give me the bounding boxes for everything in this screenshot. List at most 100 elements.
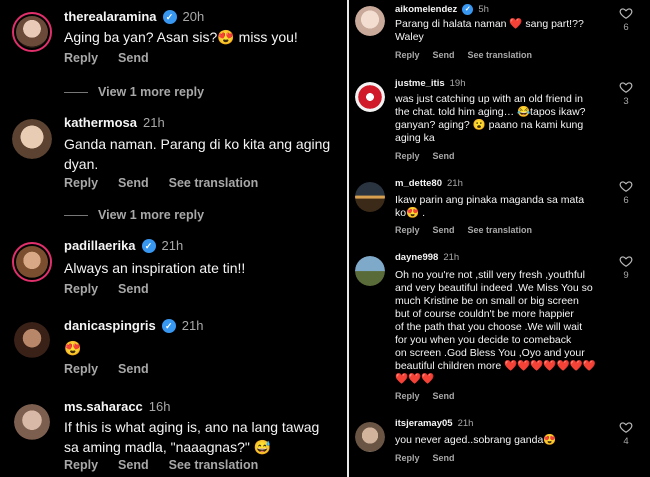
like-heart-icon[interactable] (619, 6, 633, 20)
like-count: 6 (623, 22, 629, 33)
see-translation-button[interactable]: See translation (468, 50, 533, 60)
username[interactable]: itsjeramay05 (395, 418, 453, 429)
view-more-replies-button[interactable]: View 1 more reply (64, 208, 204, 222)
send-button[interactable]: Send (433, 151, 455, 161)
username[interactable]: padillaerika (64, 238, 136, 253)
comment-item: dayne998 21h Oh no you're not ,still ver… (349, 248, 650, 408)
username[interactable]: m_dette80 (395, 178, 442, 189)
comment-text: Always an inspiration ate tin!! (64, 260, 246, 276)
comment-text: Oh no you're not ,still very fresh ,yout… (395, 269, 596, 385)
username[interactable]: therealaramina (64, 9, 157, 24)
verified-icon: ✓ (141, 238, 156, 253)
divider-line (64, 214, 88, 216)
comment-actions: Reply Send (64, 282, 149, 296)
send-button[interactable]: Send (433, 225, 455, 235)
reply-button[interactable]: Reply (64, 176, 98, 190)
comment-text: Ikaw parin ang pinaka maganda sa mata ko… (395, 194, 585, 219)
username[interactable]: dayne998 (395, 252, 438, 263)
send-button[interactable]: Send (118, 362, 149, 376)
username[interactable]: aikomelendez (395, 4, 457, 15)
timestamp: 20h (182, 9, 205, 24)
like-heart-icon[interactable] (619, 80, 633, 94)
comment-actions: Reply Send See translation (395, 50, 532, 60)
send-button[interactable]: Send (433, 391, 455, 401)
like-heart-icon[interactable] (619, 420, 633, 434)
comment-item: m_dette80 21h Ikaw parin ang pinaka maga… (349, 174, 650, 242)
comment-item: padillaerika ✓ 21h Always an inspiration… (0, 232, 347, 304)
comment-header: aikomelendez ✓ 5h (395, 4, 489, 15)
comment-header: justme_itis 19h (395, 78, 466, 89)
view-more-replies-button[interactable]: View 1 more reply (64, 85, 204, 99)
like-heart-icon[interactable] (619, 179, 633, 193)
username[interactable]: justme_itis (395, 78, 445, 89)
reply-button[interactable]: Reply (64, 362, 98, 376)
comment-actions: Reply Send (64, 51, 149, 65)
username[interactable]: kathermosa (64, 115, 137, 130)
avatar[interactable] (12, 12, 52, 52)
comment-header: dayne998 21h (395, 252, 459, 263)
comment-header: padillaerika ✓ 21h (64, 238, 183, 253)
comment-text: Parang di halata naman ❤️ sang part!?? W… (395, 18, 584, 43)
reply-button[interactable]: Reply (395, 151, 420, 161)
avatar[interactable] (355, 182, 385, 212)
comment-actions: Reply Send (64, 362, 149, 376)
comment-header: therealaramina ✓ 20h (64, 9, 204, 24)
comment-actions: Reply Send (395, 151, 455, 161)
timestamp: 21h (142, 115, 165, 130)
verified-icon: ✓ (162, 9, 177, 24)
username[interactable]: danicaspingris (64, 318, 156, 333)
avatar[interactable] (355, 6, 385, 36)
timestamp: 5h (478, 4, 489, 15)
left-comments-panel: therealaramina ✓ 20h Aging ba yan? Asan … (0, 0, 347, 477)
timestamp: 21h (443, 252, 460, 263)
like-count: 9 (623, 270, 629, 281)
right-comments-panel: aikomelendez ✓ 5h Parang di halata naman… (349, 0, 650, 477)
comment-actions: Reply Send See translation (64, 458, 258, 472)
username[interactable]: ms.saharacc (64, 399, 143, 414)
avatar[interactable] (355, 422, 385, 452)
like-count: 3 (623, 96, 629, 107)
like-count: 4 (623, 436, 629, 447)
avatar[interactable] (355, 256, 385, 286)
reply-button[interactable]: Reply (64, 458, 98, 472)
see-translation-button[interactable]: See translation (169, 458, 259, 472)
reply-button[interactable]: Reply (395, 453, 420, 463)
comment-actions: Reply Send (395, 453, 455, 463)
timestamp: 21h (181, 318, 204, 333)
view-more-label: View 1 more reply (98, 85, 205, 99)
like-count: 6 (623, 195, 629, 206)
comment-item: justme_itis 19h was just catching up wit… (349, 74, 650, 170)
send-button[interactable]: Send (433, 453, 455, 463)
comment-item: kathermosa 21h Ganda naman. Parang di ko… (0, 108, 347, 198)
avatar[interactable] (355, 82, 385, 112)
send-button[interactable]: Send (433, 50, 455, 60)
send-button[interactable]: Send (118, 176, 149, 190)
avatar[interactable] (12, 119, 52, 159)
send-button[interactable]: Send (118, 51, 149, 65)
verified-icon: ✓ (462, 4, 474, 15)
reply-button[interactable]: Reply (64, 282, 98, 296)
avatar[interactable] (12, 242, 52, 282)
reply-button[interactable]: Reply (395, 391, 420, 401)
avatar[interactable] (14, 322, 50, 358)
divider-line (64, 91, 88, 93)
reply-button[interactable]: Reply (395, 50, 420, 60)
send-button[interactable]: Send (118, 458, 149, 472)
verified-icon: ✓ (161, 318, 176, 333)
comment-actions: Reply Send See translation (395, 225, 532, 235)
avatar[interactable] (14, 404, 50, 440)
comment-item: itsjeramay05 21h you never aged..sobrang… (349, 414, 650, 477)
comment-item: danicaspingris ✓ 21h 😍 Reply Send (0, 310, 347, 382)
see-translation-button[interactable]: See translation (169, 176, 259, 190)
timestamp: 21h (457, 418, 474, 429)
comment-header: kathermosa 21h (64, 115, 165, 130)
send-button[interactable]: Send (118, 282, 149, 296)
like-heart-icon[interactable] (619, 254, 633, 268)
reply-button[interactable]: Reply (395, 225, 420, 235)
view-more-label: View 1 more reply (98, 208, 205, 222)
comment-text: Ganda naman. Parang di ko kita ang aging… (64, 136, 331, 172)
see-translation-button[interactable]: See translation (468, 225, 533, 235)
comment-text: you never aged..sobrang ganda😍 (395, 434, 557, 446)
timestamp: 21h (161, 238, 184, 253)
reply-button[interactable]: Reply (64, 51, 98, 65)
